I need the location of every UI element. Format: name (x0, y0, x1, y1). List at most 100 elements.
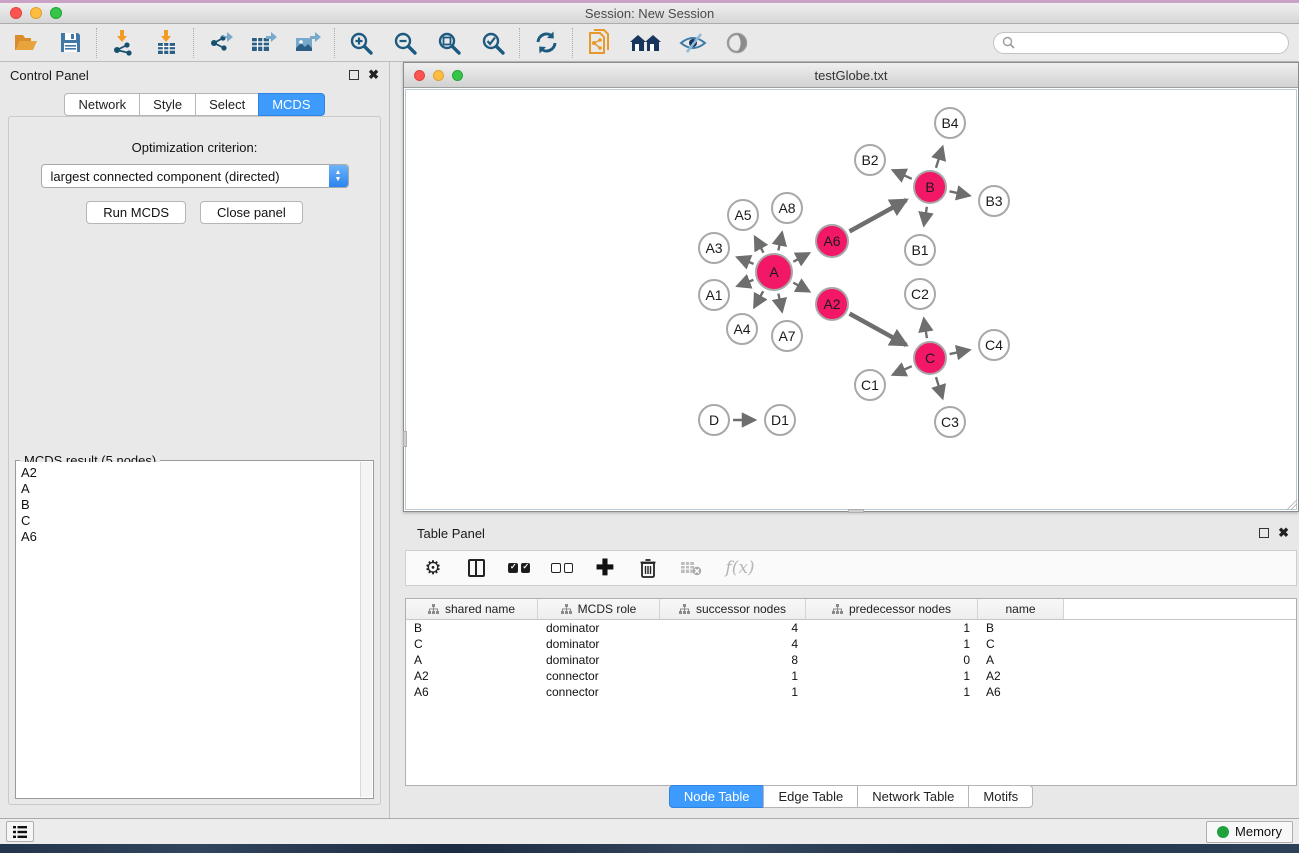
column-header-predecessor-nodes[interactable]: predecessor nodes (806, 599, 978, 619)
tab-mcds[interactable]: MCDS (258, 93, 324, 116)
edge-C-C2[interactable] (924, 319, 927, 339)
edge-B-B3[interactable] (950, 191, 970, 195)
graph-node-A[interactable]: A (755, 253, 793, 291)
tab-select[interactable]: Select (195, 93, 259, 116)
left-grip[interactable] (403, 431, 407, 447)
graph-node-C1[interactable]: C1 (854, 369, 886, 401)
graph-node-B1[interactable]: B1 (904, 234, 936, 266)
column-header-MCDS-role[interactable]: MCDS role (538, 599, 660, 619)
table-cell[interactable]: A6 (406, 684, 538, 700)
table-cell[interactable]: 1 (806, 684, 978, 700)
zoom-window-button[interactable] (50, 7, 62, 19)
table-cell[interactable]: C (406, 636, 538, 652)
table-row[interactable]: Adominator80A (406, 652, 1296, 668)
tab-network[interactable]: Network (64, 93, 140, 116)
save-session-icon[interactable] (56, 29, 84, 57)
graph-node-A1[interactable]: A1 (698, 279, 730, 311)
graph-node-A4[interactable]: A4 (726, 313, 758, 345)
zoom-selected-icon[interactable] (479, 29, 507, 57)
minimize-window-button[interactable] (30, 7, 42, 19)
bottom-grip[interactable] (848, 509, 864, 513)
graph-node-B2[interactable]: B2 (854, 144, 886, 176)
column-header-name[interactable]: name (978, 599, 1064, 619)
edge-B-B2[interactable] (893, 170, 912, 179)
export-network-icon[interactable] (206, 29, 234, 57)
zoom-out-icon[interactable] (391, 29, 419, 57)
result-item[interactable]: A (21, 481, 360, 497)
select-all-checkboxes-icon[interactable] (508, 557, 530, 579)
tab-motifs[interactable]: Motifs (968, 785, 1033, 808)
edge-A-A1[interactable] (737, 280, 753, 286)
minimize-network-window-button[interactable] (433, 70, 444, 81)
deselect-all-checkboxes-icon[interactable] (551, 557, 573, 579)
table-cell[interactable]: connector (538, 668, 660, 684)
edge-A-A5[interactable] (755, 237, 764, 253)
graph-node-C2[interactable]: C2 (904, 278, 936, 310)
table-cell[interactable]: 1 (806, 636, 978, 652)
table-cell[interactable]: connector (538, 684, 660, 700)
graph-node-B3[interactable]: B3 (978, 185, 1010, 217)
export-image-icon[interactable] (294, 29, 322, 57)
gear-icon[interactable]: ⚙ (422, 557, 444, 579)
optimization-criterion-dropdown[interactable]: largest connected component (directed) ▲… (41, 164, 349, 188)
tab-network-table[interactable]: Network Table (857, 785, 969, 808)
table-cell[interactable]: dominator (538, 652, 660, 668)
import-network-icon[interactable] (109, 29, 137, 57)
network-window-titlebar[interactable]: testGlobe.txt (404, 63, 1298, 88)
table-row[interactable]: Bdominator41B (406, 620, 1296, 636)
table-cell[interactable]: 1 (660, 668, 806, 684)
column-header-shared-name[interactable]: shared name (406, 599, 538, 619)
run-mcds-button[interactable]: Run MCDS (86, 201, 186, 224)
search-input[interactable] (1020, 36, 1280, 50)
table-row[interactable]: A6connector11A6 (406, 684, 1296, 700)
graph-node-C4[interactable]: C4 (978, 329, 1010, 361)
graph-node-B[interactable]: B (913, 170, 947, 204)
hide-eye-icon[interactable] (679, 29, 707, 57)
close-table-panel-icon[interactable]: ✖ (1278, 528, 1289, 538)
zoom-network-window-button[interactable] (452, 70, 463, 81)
close-panel-icon[interactable]: ✖ (368, 70, 379, 80)
edge-B-B4[interactable] (936, 147, 943, 168)
open-session-icon[interactable] (12, 29, 40, 57)
table-row[interactable]: Cdominator41C (406, 636, 1296, 652)
refresh-icon[interactable] (532, 29, 560, 57)
table-cell[interactable]: 1 (806, 668, 978, 684)
edge-A-A7[interactable] (778, 294, 782, 312)
delete-icon[interactable] (637, 557, 659, 579)
table-cell[interactable]: dominator (538, 620, 660, 636)
table-cell[interactable]: 1 (660, 684, 806, 700)
table-cell[interactable]: 1 (806, 620, 978, 636)
close-panel-button[interactable]: Close panel (200, 201, 303, 224)
edge-A-A6[interactable] (793, 253, 809, 261)
table-cell[interactable]: A2 (978, 668, 1064, 684)
float-table-panel-icon[interactable] (1259, 528, 1269, 538)
edge-A6-B[interactable] (850, 200, 907, 231)
edge-A-A8[interactable] (778, 232, 782, 250)
graph-node-D[interactable]: D (698, 404, 730, 436)
result-item[interactable]: A2 (21, 465, 360, 481)
edge-A-A2[interactable] (793, 283, 809, 292)
gray-eye-icon[interactable] (723, 29, 751, 57)
edge-B-B1[interactable] (924, 207, 927, 226)
graph-node-C3[interactable]: C3 (934, 406, 966, 438)
resize-handle[interactable] (1285, 498, 1297, 510)
mcds-result-list[interactable]: A2ABCA6 (17, 462, 360, 797)
table-cell[interactable]: B (978, 620, 1064, 636)
memory-button[interactable]: Memory (1206, 821, 1293, 843)
home-pair-icon[interactable] (629, 29, 663, 57)
graph-node-A6[interactable]: A6 (815, 224, 849, 258)
table-cell[interactable]: A (406, 652, 538, 668)
snapshot-network-icon[interactable] (585, 29, 613, 57)
result-scrollbar[interactable] (360, 462, 372, 797)
graph-node-A2[interactable]: A2 (815, 287, 849, 321)
table-cell[interactable]: 0 (806, 652, 978, 668)
graph-node-A5[interactable]: A5 (727, 199, 759, 231)
table-cell[interactable]: dominator (538, 636, 660, 652)
export-table-icon[interactable] (250, 29, 278, 57)
add-column-icon[interactable]: ✚ (594, 557, 616, 579)
graph-node-A8[interactable]: A8 (771, 192, 803, 224)
table-cell[interactable]: A6 (978, 684, 1064, 700)
graph-node-D1[interactable]: D1 (764, 404, 796, 436)
graph-node-C[interactable]: C (913, 341, 947, 375)
graph-node-B4[interactable]: B4 (934, 107, 966, 139)
